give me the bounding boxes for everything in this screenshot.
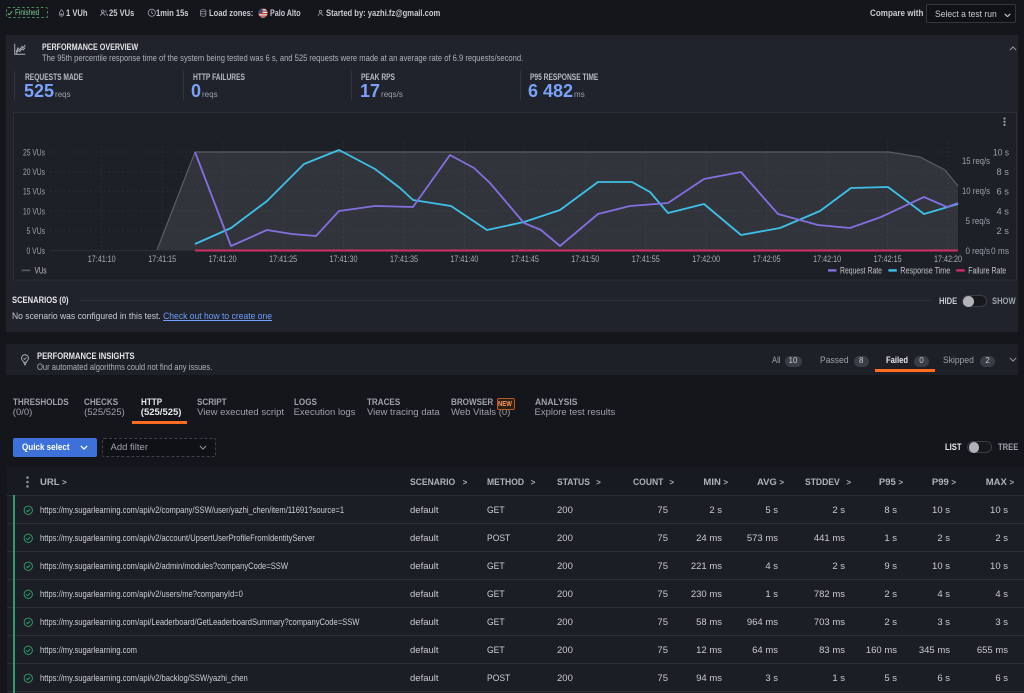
svg-text:17:42:15: 17:42:15 [874, 254, 902, 265]
svg-text:17:41:35: 17:41:35 [390, 254, 418, 265]
svg-text:15 req/s: 15 req/s [962, 156, 990, 167]
svg-text:VUs: VUs [35, 266, 47, 277]
svg-text:17:41:45: 17:41:45 [511, 254, 539, 265]
svg-text:17:41:40: 17:41:40 [450, 254, 478, 265]
svg-text:5 req/s: 5 req/s [966, 216, 991, 227]
svg-text:0 ms: 0 ms [991, 246, 1009, 257]
svg-text:0 req/s: 0 req/s [966, 246, 991, 257]
svg-text:17:41:50: 17:41:50 [571, 254, 599, 265]
svg-text:2 s: 2 s [997, 226, 1010, 237]
svg-text:17:42:05: 17:42:05 [753, 254, 781, 265]
svg-text:17:41:55: 17:41:55 [632, 254, 660, 265]
svg-text:Response Time: Response Time [900, 266, 950, 277]
svg-text:17:42:20: 17:42:20 [934, 254, 962, 265]
svg-text:Failure Rate: Failure Rate [968, 266, 1006, 277]
svg-text:17:42:10: 17:42:10 [813, 254, 841, 265]
svg-text:17:42:00: 17:42:00 [692, 254, 720, 265]
svg-text:10 s: 10 s [993, 148, 1009, 159]
svg-text:25 VUs: 25 VUs [23, 148, 45, 159]
svg-text:17:41:20: 17:41:20 [209, 254, 237, 265]
svg-text:17:41:15: 17:41:15 [148, 254, 176, 265]
svg-text:Request Rate: Request Rate [840, 266, 882, 277]
svg-text:17:41:30: 17:41:30 [330, 254, 358, 265]
svg-text:4 s: 4 s [997, 206, 1010, 217]
svg-text:5 VUs: 5 VUs [27, 226, 46, 237]
svg-text:17:41:10: 17:41:10 [88, 254, 116, 265]
svg-text:6 s: 6 s [997, 187, 1010, 198]
svg-text:10 req/s: 10 req/s [962, 186, 990, 197]
svg-text:15 VUs: 15 VUs [23, 187, 45, 198]
svg-text:17:41:25: 17:41:25 [269, 254, 297, 265]
svg-text:0 VUs: 0 VUs [27, 246, 46, 257]
svg-text:10 VUs: 10 VUs [23, 206, 45, 217]
svg-text:20 VUs: 20 VUs [23, 167, 45, 178]
svg-text:8 s: 8 s [997, 167, 1010, 178]
